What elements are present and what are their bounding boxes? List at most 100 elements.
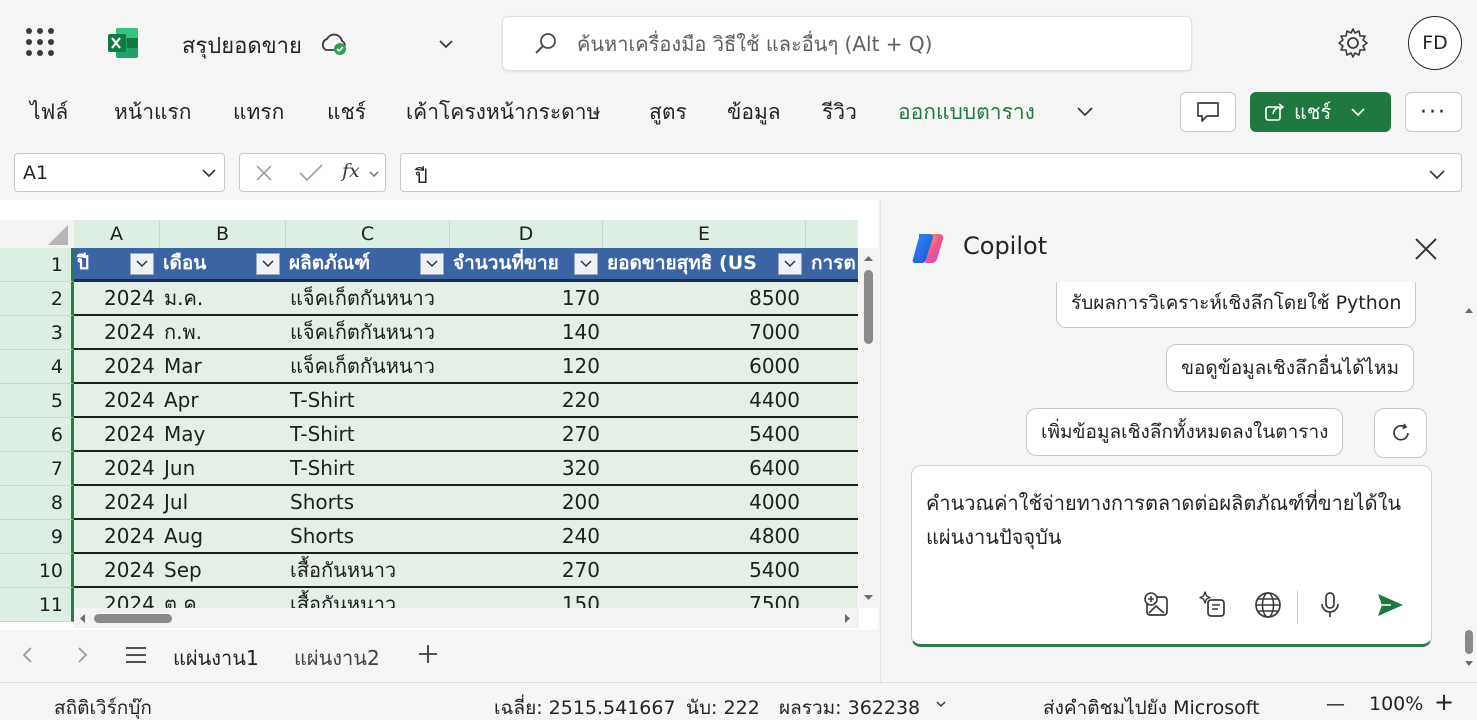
chevron-down-icon[interactable]	[934, 697, 948, 711]
filter-dropdown-icon[interactable]	[420, 253, 444, 275]
all-sheets-menu-icon[interactable]	[124, 644, 148, 666]
tab-table-design[interactable]: ออกแบบตาราง	[898, 96, 1035, 129]
table-cell[interactable]: 6400	[604, 452, 800, 484]
column-header[interactable]: B	[160, 220, 286, 248]
table-cell[interactable]: T-Shirt	[290, 418, 450, 450]
microphone-icon[interactable]	[1315, 590, 1345, 620]
table-cell[interactable]: เสื้อกันหนาว	[290, 554, 450, 586]
table-cell[interactable]: 7000	[604, 316, 800, 348]
formula-input[interactable]: ปี	[400, 153, 1462, 192]
avatar[interactable]: FD	[1408, 16, 1462, 70]
column-header[interactable]: A	[74, 220, 160, 248]
table-cell[interactable]: Shorts	[290, 520, 450, 552]
table-cell[interactable]: 220	[450, 384, 600, 416]
table-header-cell[interactable]: การต	[808, 248, 858, 279]
table-cell[interactable]: 5400	[604, 554, 800, 586]
row-header[interactable]: 1	[0, 248, 74, 282]
row-header[interactable]: 4	[0, 350, 74, 384]
close-icon[interactable]	[1413, 236, 1439, 262]
table-cell[interactable]: 2024	[104, 452, 155, 484]
row-header[interactable]: 8	[0, 486, 74, 520]
table-cell[interactable]: 4000	[604, 486, 800, 518]
table-cell[interactable]: Mar	[164, 350, 284, 382]
cloud-saved-icon[interactable]	[318, 30, 350, 58]
table-cell[interactable]: แจ็คเก็ตกันหนาว	[290, 282, 450, 314]
row-header[interactable]: 7	[0, 452, 74, 486]
table-cell[interactable]: 120	[450, 350, 600, 382]
table-cell[interactable]: 200	[450, 486, 600, 518]
table-cell[interactable]: 270	[450, 554, 600, 586]
table-cell[interactable]: 270	[450, 418, 600, 450]
fx-icon[interactable]: fx	[342, 160, 360, 182]
horizontal-scrollbar[interactable]	[74, 608, 859, 628]
add-image-icon[interactable]	[1142, 590, 1172, 620]
row-header[interactable]: 5	[0, 384, 74, 418]
zoom-level[interactable]: 100%	[1369, 693, 1423, 715]
suggestion-chip[interactable]: รับผลการวิเคราะห์เชิงลึกโดยใช้ Python	[1056, 282, 1417, 328]
scrollbar-thumb[interactable]	[94, 614, 172, 623]
sheet-tab[interactable]: แผ่นงาน2	[294, 642, 380, 674]
chevron-right-icon[interactable]	[72, 644, 92, 666]
table-cell[interactable]: 4800	[604, 520, 800, 552]
table-cell[interactable]: แจ็คเก็ตกันหนาว	[290, 316, 450, 348]
web-globe-icon[interactable]	[1253, 590, 1283, 620]
filter-dropdown-icon[interactable]	[574, 253, 598, 275]
scrollbar-thumb[interactable]	[1465, 630, 1473, 654]
scroll-up-icon[interactable]	[863, 254, 874, 262]
copilot-scrollbar[interactable]	[1462, 300, 1476, 680]
row-header[interactable]: 10	[0, 554, 74, 588]
chevron-down-icon[interactable]	[1074, 100, 1096, 122]
table-cell[interactable]: May	[164, 418, 284, 450]
table-cell[interactable]: 6000	[604, 350, 800, 382]
check-icon[interactable]	[298, 163, 324, 183]
vertical-scrollbar[interactable]	[859, 248, 878, 608]
share-button[interactable]: แชร์	[1250, 92, 1391, 132]
cancel-icon[interactable]	[254, 163, 274, 183]
composer-text[interactable]: คำนวณค่าใช้จ่ายทางการตลาดต่อผลิตภัณฑ์ที่…	[926, 486, 1416, 554]
filter-dropdown-icon[interactable]	[778, 253, 802, 275]
gear-icon[interactable]	[1336, 26, 1370, 60]
chevron-down-icon[interactable]	[436, 34, 456, 54]
tab-file[interactable]: ไฟล์	[30, 96, 68, 129]
refresh-suggestions-button[interactable]	[1374, 408, 1427, 458]
suggestion-chip[interactable]: ขอดูข้อมูลเชิงลึกอื่นได้ไหม	[1166, 344, 1415, 392]
scroll-up-icon[interactable]	[1464, 306, 1474, 314]
chevron-down-icon[interactable]	[1427, 164, 1447, 184]
table-cell[interactable]: ม.ค.	[164, 282, 284, 314]
add-sheet-icon[interactable]	[416, 642, 440, 666]
filter-dropdown-icon[interactable]	[256, 253, 280, 275]
table-cell[interactable]: ก.พ.	[164, 316, 284, 348]
table-cell[interactable]: 2024	[104, 282, 155, 314]
copilot-composer[interactable]: คำนวณค่าใช้จ่ายทางการตลาดต่อผลิตภัณฑ์ที่…	[911, 465, 1432, 647]
table-cell[interactable]: 2024	[104, 520, 155, 552]
chevron-down-icon[interactable]	[368, 168, 380, 180]
tab-formulas[interactable]: สูตร	[649, 96, 687, 129]
table-cell[interactable]: 2024	[104, 384, 155, 416]
table-cell[interactable]: T-Shirt	[290, 384, 450, 416]
table-cell[interactable]: 170	[450, 282, 600, 314]
table-cell[interactable]: Sep	[164, 554, 284, 586]
table-cell[interactable]: Shorts	[290, 486, 450, 518]
scrollbar-thumb[interactable]	[864, 270, 873, 344]
table-cell[interactable]: 2024	[104, 486, 155, 518]
column-header[interactable]	[806, 220, 858, 248]
table-header-cell[interactable]: เดือน	[160, 248, 256, 279]
tab-insert[interactable]: แทรก	[233, 96, 284, 129]
table-header-cell[interactable]: ยอดขายสุทธิ (US	[604, 248, 776, 279]
tab-home[interactable]: หน้าแรก	[114, 96, 192, 129]
table-cell[interactable]: 8500	[604, 282, 800, 314]
tab-share[interactable]: แชร์	[327, 96, 366, 129]
scroll-down-icon[interactable]	[1464, 660, 1474, 668]
column-header[interactable]: E	[603, 220, 806, 248]
row-header[interactable]: 3	[0, 316, 74, 350]
filter-dropdown-icon[interactable]	[130, 253, 154, 275]
chevron-left-icon[interactable]	[18, 644, 38, 666]
table-header-cell[interactable]: ผลิตภัณฑ์	[286, 248, 420, 279]
tab-review[interactable]: รีวิว	[822, 96, 857, 129]
table-cell[interactable]: แจ็คเก็ตกันหนาว	[290, 350, 450, 382]
document-title[interactable]: สรุปยอดขาย	[182, 28, 302, 63]
prompt-guide-icon[interactable]	[1198, 590, 1228, 620]
table-cell[interactable]: 2024	[104, 350, 155, 382]
select-all-corner[interactable]	[0, 220, 74, 248]
table-cell[interactable]: Aug	[164, 520, 284, 552]
